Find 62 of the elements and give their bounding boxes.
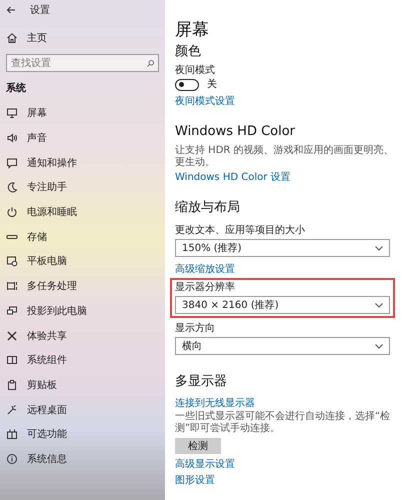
settings-link[interactable]: 连接到无线显示器 xyxy=(175,398,255,410)
sidebar-item[interactable]: 体验共享 xyxy=(27,328,67,343)
sidebar-item-icon xyxy=(6,452,18,465)
settings-link[interactable]: Windows HD Color 设置 xyxy=(175,172,291,184)
sidebar-item[interactable]: 多任务处理 xyxy=(27,279,77,294)
toggle-state: 关 xyxy=(207,78,217,91)
settings-link[interactable]: 高级显示设置 xyxy=(175,458,235,471)
chevron-icon xyxy=(375,246,383,251)
dropdown[interactable]: 150% (推荐) xyxy=(175,239,390,258)
sidebar-item-icon xyxy=(6,304,18,317)
dropdown-label: 更改文本、应用等项目的大小 xyxy=(175,225,306,238)
sidebar-item-icon xyxy=(6,156,18,169)
sidebar-item-icon xyxy=(6,132,18,144)
window-title: 设置 xyxy=(30,4,50,17)
sidebar-item-icon xyxy=(6,255,18,268)
sidebar-item-icon xyxy=(6,206,18,218)
sidebar-item[interactable]: 存储 xyxy=(27,230,47,244)
sidebar-item-icon xyxy=(6,107,18,120)
sidebar-item-icon xyxy=(6,330,18,342)
sidebar-item-icon xyxy=(6,428,18,440)
sidebar-item-icon xyxy=(6,404,18,416)
section-label: 系统 xyxy=(6,82,27,95)
sidebar-item-icon xyxy=(6,181,18,194)
home-icon[interactable] xyxy=(6,32,18,44)
section-heading: 多显示器 xyxy=(175,374,228,390)
dropdown-label: 显示器分辨率 xyxy=(175,282,236,294)
sidebar-item[interactable]: 远程桌面 xyxy=(27,402,67,417)
toggle-switch[interactable] xyxy=(175,78,199,91)
page-title: 屏幕 xyxy=(175,20,210,40)
sidebar-item[interactable]: 系统信息 xyxy=(27,452,67,466)
description-text: 一些旧式显示器可能不会进行自动连接，选择“检测”即可尝试手动连接。 xyxy=(175,410,392,435)
sidebar-item[interactable]: 投影到此电脑 xyxy=(27,304,87,318)
settings-link[interactable]: 夜间模式设置 xyxy=(175,96,235,108)
sidebar-item-icon xyxy=(6,354,18,366)
toggle-label: 夜间模式 xyxy=(175,64,216,77)
search-field[interactable]: 查找设置 xyxy=(6,54,159,72)
sidebar-item-icon xyxy=(6,378,18,391)
dropdown[interactable]: 横向 xyxy=(175,337,390,356)
search-icon xyxy=(146,58,155,68)
sidebar-item-icon xyxy=(6,280,18,292)
sidebar-item[interactable]: 可选功能 xyxy=(27,427,67,442)
dropdown[interactable]: 3840 × 2160 (推荐) xyxy=(175,296,390,314)
sidebar-item[interactable]: 平板电脑 xyxy=(27,254,67,268)
sidebar-item[interactable]: 声音 xyxy=(27,131,47,146)
sidebar-item[interactable]: 屏幕 xyxy=(27,106,47,120)
description-text: 让支持 HDR 的视频、游戏和应用的画面更明亮、更生动。 xyxy=(175,144,395,169)
sidebar-item[interactable]: 通知和操作 xyxy=(27,156,77,170)
back-icon[interactable] xyxy=(6,5,16,15)
settings-link[interactable]: 图形设置 xyxy=(175,474,215,487)
chevron-icon xyxy=(375,344,383,349)
detect-button[interactable]: 检测 xyxy=(175,438,221,454)
section-heading: 颜色 xyxy=(175,44,202,60)
sidebar-item[interactable]: 电源和睡眠 xyxy=(27,205,77,220)
dropdown-label: 显示方向 xyxy=(175,323,216,336)
section-heading: 缩放与布局 xyxy=(175,200,241,216)
sidebar-item[interactable]: 系统组件 xyxy=(27,353,67,368)
home-link[interactable]: 主页 xyxy=(27,31,47,45)
sidebar-item[interactable]: 剪贴板 xyxy=(27,378,57,392)
section-heading: Windows HD Color xyxy=(175,124,296,140)
settings-link[interactable]: 高级缩放设置 xyxy=(175,264,235,276)
sidebar-item[interactable]: 专注助手 xyxy=(27,180,67,194)
chevron-icon xyxy=(375,302,383,308)
